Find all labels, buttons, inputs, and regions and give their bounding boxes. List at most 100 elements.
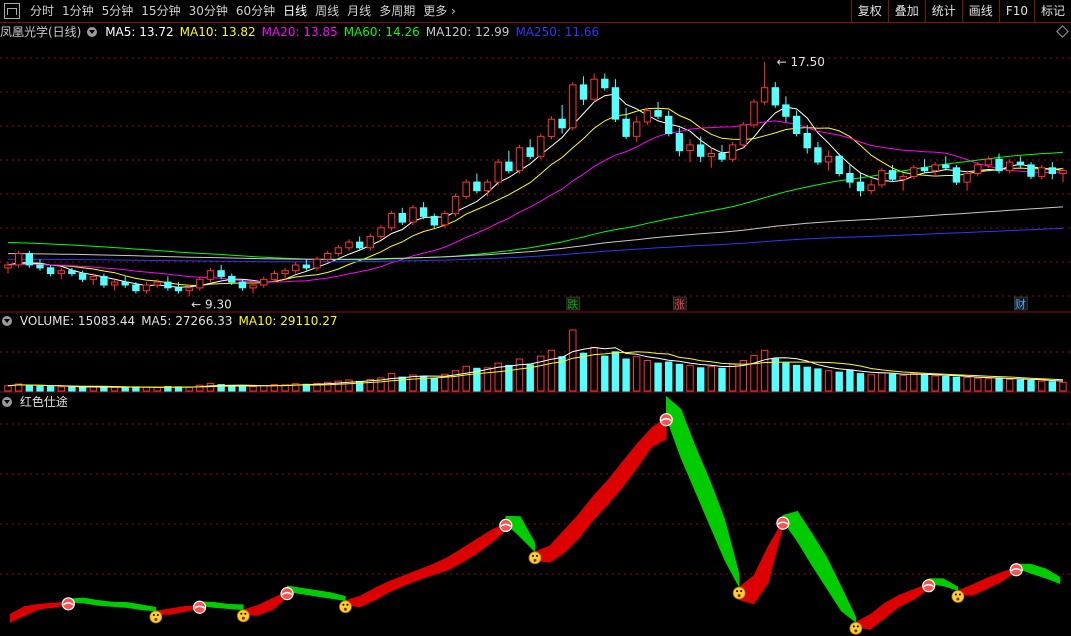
volume-bar	[238, 385, 247, 392]
candle-body	[398, 213, 407, 223]
candle-body	[345, 241, 353, 249]
face-eye-icon	[736, 590, 739, 593]
candle-body	[803, 133, 811, 149]
candle-body	[78, 273, 87, 280]
volume-bar	[792, 364, 801, 392]
candle-body	[824, 155, 833, 163]
candle-body	[515, 147, 524, 172]
candle-body	[942, 164, 950, 169]
candle-body	[153, 281, 161, 286]
event-marker-2: 财	[1015, 297, 1026, 311]
candle-body	[654, 110, 662, 117]
volume-bar	[697, 367, 705, 392]
candle-body	[228, 275, 236, 283]
indicator-band-segment	[636, 427, 653, 469]
indicator-band-segment	[359, 587, 375, 608]
candle-body	[324, 253, 332, 260]
face-eye-icon	[856, 625, 859, 628]
candle-body	[249, 284, 257, 289]
face-eye-icon	[740, 590, 743, 593]
indicator-band-segment	[97, 599, 113, 607]
indicator-band-segment	[680, 408, 696, 492]
buy-face-icon	[339, 600, 352, 614]
candle-body	[611, 87, 620, 120]
candle-body	[1059, 170, 1067, 175]
candle-body	[196, 278, 204, 289]
candle-body	[132, 284, 140, 292]
candle-body	[697, 144, 705, 157]
indicator-band-segment	[301, 587, 317, 597]
candle-body	[292, 264, 300, 272]
candle-body	[1048, 167, 1056, 175]
volume-bar	[121, 387, 129, 392]
stock-chart[interactable]: ← 17.50 ← 9.30 跌 涨 财	[0, 0, 1071, 636]
indicator-band-segment	[840, 586, 857, 623]
indicator-band-segment	[520, 516, 536, 553]
candle-body	[68, 270, 76, 275]
candle-body	[313, 258, 321, 269]
candle-body	[238, 281, 247, 289]
candle-body	[728, 144, 737, 160]
indicator-band-segment	[1045, 568, 1061, 585]
volume-bar	[952, 376, 961, 392]
candle-body	[377, 227, 385, 237]
candle-body	[984, 158, 993, 166]
indicator-band-segment	[403, 569, 419, 587]
indicator-band-segment	[38, 602, 55, 610]
volume-bar	[920, 374, 929, 392]
candle-body	[782, 104, 790, 117]
indicator-band-segment	[899, 588, 915, 607]
volume-bar	[888, 373, 897, 392]
indicator-band-segment	[695, 446, 711, 526]
volume-bar	[142, 386, 151, 392]
face-mouth-icon	[854, 629, 858, 633]
indicator-band-segment	[942, 578, 959, 591]
volume-bar	[654, 362, 662, 392]
volume-bar	[686, 364, 694, 392]
candle-body	[665, 115, 673, 135]
face-mouth-icon	[533, 558, 537, 562]
indicator-band-segment	[709, 480, 725, 560]
candle-body	[260, 278, 268, 286]
ma-line-ma60	[7, 151, 1064, 261]
high-price-label: ← 17.50	[777, 55, 825, 69]
candle-body	[302, 264, 311, 269]
volume-bar	[185, 386, 193, 392]
candle-body	[185, 287, 193, 292]
candle-body	[473, 181, 481, 192]
indicator-band-segment	[665, 395, 682, 458]
candle-body	[121, 281, 129, 286]
candle-body	[217, 270, 225, 277]
low-price-label: ← 9.30	[191, 297, 232, 311]
candle-body	[15, 253, 23, 266]
volume-bar	[665, 361, 673, 392]
candle-body	[867, 184, 875, 192]
volume-bar	[462, 365, 470, 392]
candle-body	[537, 135, 545, 157]
indicator-band-segment	[330, 592, 346, 602]
volume-bar	[1059, 381, 1067, 392]
candle-body	[1038, 167, 1046, 177]
volume-bar	[846, 369, 854, 392]
face-eye-icon	[156, 613, 159, 616]
candle-body	[707, 153, 715, 157]
candle-body	[46, 267, 55, 274]
volume-bar	[89, 386, 97, 392]
candle-body	[356, 241, 364, 249]
volume-bar	[526, 364, 534, 392]
candle-body	[750, 101, 758, 126]
candle-body	[419, 207, 428, 217]
buy-face-icon	[849, 621, 863, 635]
indicator-band-segment	[724, 518, 740, 588]
indicator-band-segment	[388, 575, 405, 593]
volume-bar	[1016, 379, 1025, 392]
candle-body	[494, 161, 502, 183]
indicator-band-segment	[24, 603, 40, 617]
volume-bar	[814, 368, 822, 392]
indicator-band-segment	[578, 495, 594, 540]
candle-body	[409, 207, 417, 223]
volume-bar	[995, 377, 1003, 392]
candle-body	[579, 84, 588, 100]
volume-bar	[910, 373, 918, 392]
indicator-band-segment	[592, 479, 609, 521]
